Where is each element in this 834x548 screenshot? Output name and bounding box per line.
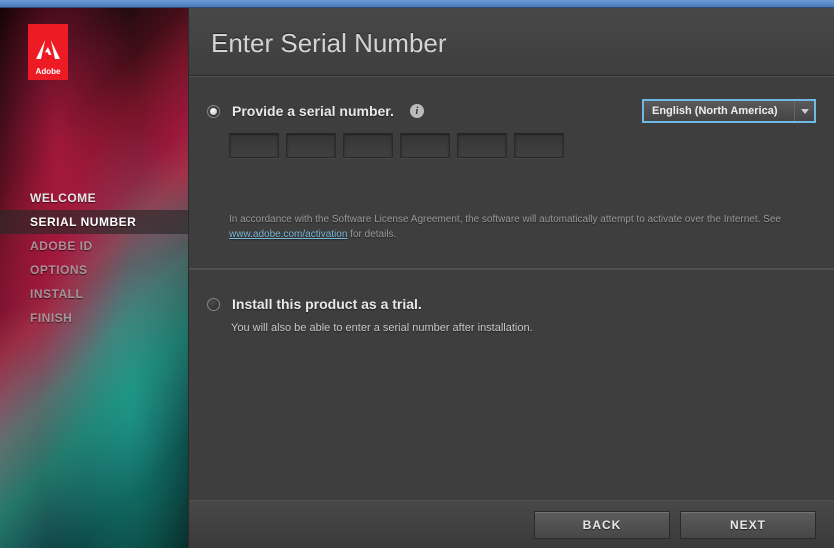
step-nav: WELCOME SERIAL NUMBER ADOBE ID OPTIONS I… bbox=[0, 186, 188, 330]
chevron-down-icon bbox=[794, 101, 814, 121]
next-button[interactable]: NEXT bbox=[680, 511, 816, 539]
nav-welcome: WELCOME bbox=[0, 186, 188, 210]
page-title: Enter Serial Number bbox=[211, 28, 812, 59]
radio-serial[interactable] bbox=[207, 105, 220, 118]
nav-finish: FINISH bbox=[0, 306, 188, 330]
serial-section: Provide a serial number. i English (Nort… bbox=[189, 76, 834, 268]
back-button[interactable]: BACK bbox=[534, 511, 670, 539]
serial-input-6[interactable] bbox=[514, 133, 564, 158]
serial-input-4[interactable] bbox=[400, 133, 450, 158]
trial-section: Install this product as a trial. You wil… bbox=[189, 269, 834, 500]
disclaimer-prefix: In accordance with the Software License … bbox=[229, 214, 781, 225]
serial-input-group bbox=[229, 133, 812, 158]
header: Enter Serial Number bbox=[189, 8, 834, 76]
activation-link[interactable]: www.adobe.com/activation bbox=[229, 229, 347, 240]
language-selected: English (North America) bbox=[652, 105, 778, 117]
nav-options: OPTIONS bbox=[0, 258, 188, 282]
window-titlebar bbox=[0, 0, 834, 8]
adobe-logo-text: Adobe bbox=[36, 67, 61, 76]
nav-serial-number: SERIAL NUMBER bbox=[0, 210, 188, 234]
serial-input-1[interactable] bbox=[229, 133, 279, 158]
info-icon[interactable]: i bbox=[410, 104, 424, 118]
nav-adobe-id: ADOBE ID bbox=[0, 234, 188, 258]
sidebar: Adobe WELCOME SERIAL NUMBER ADOBE ID OPT… bbox=[0, 8, 188, 548]
radio-trial[interactable] bbox=[207, 298, 220, 311]
nav-install: INSTALL bbox=[0, 282, 188, 306]
serial-input-2[interactable] bbox=[286, 133, 336, 158]
disclaimer-text: In accordance with the Software License … bbox=[229, 212, 812, 242]
footer: BACK NEXT bbox=[189, 500, 834, 548]
trial-subtext: You will also be able to enter a serial … bbox=[231, 322, 812, 334]
serial-input-3[interactable] bbox=[343, 133, 393, 158]
disclaimer-suffix: for details. bbox=[347, 229, 396, 240]
serial-input-5[interactable] bbox=[457, 133, 507, 158]
adobe-logo: Adobe bbox=[28, 24, 68, 80]
main-panel: Enter Serial Number Provide a serial num… bbox=[188, 8, 834, 548]
radio-serial-label: Provide a serial number. bbox=[232, 103, 394, 119]
language-dropdown[interactable]: English (North America) bbox=[642, 99, 816, 123]
radio-trial-label: Install this product as a trial. bbox=[232, 296, 422, 312]
